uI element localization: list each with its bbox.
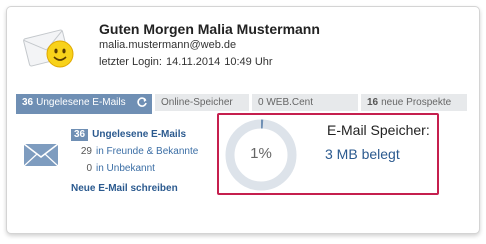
friends-label: in Freunde & Bekannte <box>96 146 199 157</box>
active-tab-indicator <box>16 111 152 114</box>
new-email-link[interactable]: Neue E-Mail schreiben <box>71 183 178 194</box>
refresh-icon[interactable] <box>136 96 148 108</box>
last-login: letzter Login: 14.11.2014 10:49 Uhr <box>99 56 277 68</box>
storage-used: 3 MB belegt <box>325 146 400 162</box>
tab-unread-label: Ungelesene E-Mails <box>36 97 126 108</box>
storage-title: E-Mail Speicher: <box>327 122 430 138</box>
friends-folder-link[interactable]: 29 in Freunde & Bekannte <box>78 146 198 157</box>
smiley-envelope-icon <box>23 29 74 68</box>
unknown-count: 0 <box>86 163 92 174</box>
last-login-time: 10:49 Uhr <box>224 56 273 68</box>
unknown-folder-link[interactable]: 0 in Unbekannt <box>78 163 155 174</box>
tab-web-cent-label: WEB.Cent <box>266 97 314 108</box>
unread-emails-link[interactable]: 36 Ungelesene E-Mails <box>71 129 186 141</box>
envelope-icon <box>23 143 59 167</box>
tab-unread-emails[interactable]: 36 Ungelesene E-Mails <box>16 94 152 111</box>
tab-unread-count: 36 <box>22 97 34 108</box>
tab-prospects-count: 16 <box>367 97 379 108</box>
last-login-date: 14.11.2014 <box>165 56 221 68</box>
unread-emails-label: Ungelesene E-Mails <box>92 129 187 140</box>
unread-count-badge: 36 <box>71 129 89 141</box>
tab-web-cent[interactable]: 0 WEB.Cent <box>252 94 358 111</box>
storage-percent: 1% <box>250 145 272 162</box>
tab-online-storage[interactable]: Online-Speicher <box>155 94 249 111</box>
unknown-label: in Unbekannt <box>96 163 155 174</box>
user-email: malia.mustermann@web.de <box>99 39 237 51</box>
tab-web-cent-count: 0 <box>258 97 264 108</box>
greeting-title: Guten Morgen Malia Mustermann <box>99 21 320 37</box>
friends-count: 29 <box>80 146 92 157</box>
tab-prospects-label: neue Prospekte <box>381 97 452 108</box>
tab-online-storage-label: Online-Speicher <box>161 97 233 108</box>
last-login-label: letzter Login: <box>99 56 162 68</box>
tab-prospects[interactable]: 16 neue Prospekte <box>361 94 467 111</box>
email-storage-panel: 1% E-Mail Speicher: 3 MB belegt <box>217 113 439 195</box>
